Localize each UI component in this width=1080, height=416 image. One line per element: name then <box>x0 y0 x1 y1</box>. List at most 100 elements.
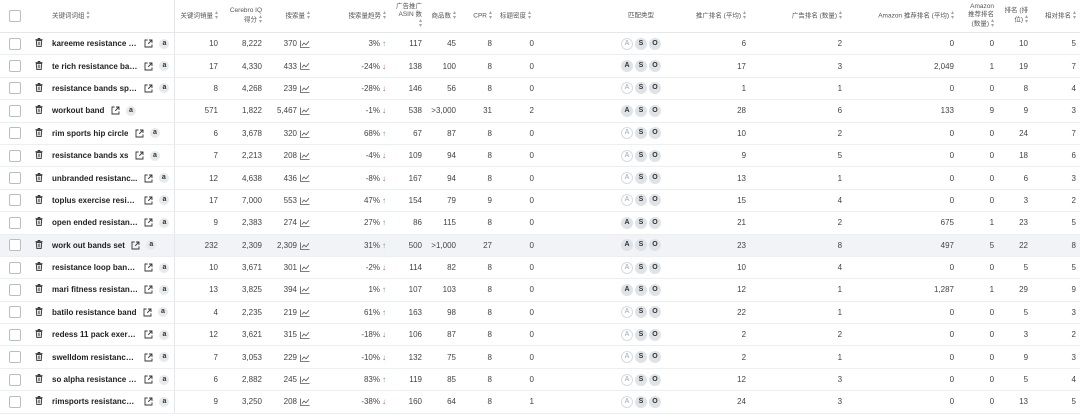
sort-icon[interactable]: ▴ ▾ <box>383 10 386 21</box>
trash-icon[interactable] <box>35 374 43 384</box>
trash-icon[interactable] <box>35 217 43 227</box>
external-link-icon[interactable] <box>143 308 152 317</box>
match-o-badge[interactable]: O <box>649 149 662 162</box>
search-trend-column-header[interactable]: 搜索量趋势 ▴ ▾ <box>314 0 390 33</box>
amazon-icon[interactable]: a <box>159 195 170 206</box>
amazon-icon[interactable]: a <box>158 173 169 184</box>
match-s-badge[interactable]: S <box>635 261 648 274</box>
row-checkbox[interactable] <box>9 149 21 162</box>
trend-chart-icon[interactable] <box>300 354 310 362</box>
match-a-badge[interactable]: A <box>621 194 634 207</box>
delete-cell[interactable] <box>30 99 48 123</box>
sort-icon[interactable]: ▴ ▾ <box>215 10 218 21</box>
row-checkbox[interactable] <box>9 373 21 386</box>
match-s-badge[interactable]: S <box>635 104 648 117</box>
row-checkbox[interactable] <box>9 261 21 274</box>
match-a-badge[interactable]: A <box>621 216 634 229</box>
amz-rec-rank-avg-column-header[interactable]: Amazon 推荐排名 (平均) ▴ ▾ <box>846 0 959 33</box>
match-s-badge[interactable]: S <box>635 373 648 386</box>
amazon-icon[interactable]: a <box>159 38 170 49</box>
match-o-badge[interactable]: O <box>649 283 662 296</box>
sort-icon[interactable]: ▴ ▾ <box>991 18 994 29</box>
sort-icon[interactable]: ▴ ▾ <box>528 10 531 21</box>
row-checkbox[interactable] <box>9 172 21 185</box>
trend-chart-icon[interactable] <box>300 197 310 205</box>
sort-icon[interactable]: ▴ ▾ <box>1025 14 1028 25</box>
title-density-column-header[interactable]: 标题密度 ▴ ▾ <box>496 0 611 33</box>
match-a-badge[interactable]: A <box>621 37 634 50</box>
external-link-icon[interactable] <box>144 174 153 183</box>
match-o-badge[interactable]: O <box>649 127 662 140</box>
amazon-icon[interactable]: a <box>149 150 160 161</box>
row-checkbox-cell[interactable] <box>0 77 30 101</box>
trend-chart-icon[interactable] <box>300 376 310 384</box>
match-a-badge[interactable]: A <box>621 149 634 162</box>
match-s-badge[interactable]: S <box>635 60 648 73</box>
sort-icon[interactable]: ▴ ▾ <box>87 10 90 21</box>
row-checkbox-cell[interactable] <box>0 211 30 235</box>
products-column-header[interactable]: 商品数 ▴ ▾ <box>426 0 460 33</box>
external-link-icon[interactable] <box>135 151 144 160</box>
external-link-icon[interactable] <box>144 330 153 339</box>
trash-icon[interactable] <box>35 150 43 160</box>
keyword-text[interactable]: unbranded resistanc... <box>52 174 137 183</box>
match-a-badge[interactable]: A <box>621 395 634 408</box>
match-a-badge[interactable]: A <box>621 60 634 73</box>
amazon-icon[interactable]: a <box>159 374 170 385</box>
match-a-badge[interactable]: A <box>621 328 634 341</box>
row-checkbox-cell[interactable] <box>0 256 30 280</box>
match-s-badge[interactable]: S <box>635 328 648 341</box>
keyword-text[interactable]: kareeme resistance b... <box>52 39 138 48</box>
external-link-icon[interactable] <box>144 375 153 384</box>
match-a-badge[interactable]: A <box>621 283 634 296</box>
row-checkbox-cell[interactable] <box>0 189 30 213</box>
row-checkbox[interactable] <box>9 216 21 229</box>
delete-cell[interactable] <box>30 54 48 78</box>
row-checkbox-cell[interactable] <box>0 234 30 257</box>
sort-icon[interactable]: ▴ ▾ <box>743 10 746 21</box>
row-checkbox-cell[interactable] <box>0 390 30 414</box>
match-o-badge[interactable]: O <box>649 194 662 207</box>
match-o-badge[interactable]: O <box>649 306 662 319</box>
trend-chart-icon[interactable] <box>300 286 310 295</box>
external-link-icon[interactable] <box>144 263 153 272</box>
external-link-icon[interactable] <box>144 218 153 227</box>
relative-rank-column-header[interactable]: 相对排名 ▴ ▾ <box>1032 0 1080 33</box>
row-checkbox-cell[interactable] <box>0 166 30 190</box>
match-o-badge[interactable]: O <box>649 351 662 364</box>
row-checkbox-cell[interactable] <box>0 368 30 392</box>
match-o-badge[interactable]: O <box>649 37 662 50</box>
external-link-icon[interactable] <box>144 353 153 362</box>
trend-chart-icon[interactable] <box>300 62 310 71</box>
trash-icon[interactable] <box>35 194 43 204</box>
trash-icon[interactable] <box>35 82 43 93</box>
competing-asin-column-header[interactable]: 广告推广 ASIN 数▴ ▾ <box>390 0 426 33</box>
sort-icon[interactable]: ▴ ▾ <box>453 10 456 21</box>
match-a-badge[interactable]: A <box>621 239 634 252</box>
search-volume-column-header[interactable]: 搜索量 ▴ ▾ <box>266 0 314 33</box>
delete-cell[interactable] <box>30 390 48 414</box>
match-a-badge[interactable]: A <box>621 306 634 319</box>
amazon-icon[interactable]: a <box>159 352 170 363</box>
row-checkbox[interactable] <box>9 239 21 252</box>
match-s-badge[interactable]: S <box>635 37 648 50</box>
trend-chart-icon[interactable] <box>300 40 310 48</box>
amazon-icon[interactable]: a <box>159 396 170 407</box>
match-o-badge[interactable]: O <box>649 104 662 117</box>
match-a-badge[interactable]: A <box>621 261 634 274</box>
trend-chart-icon[interactable] <box>300 264 310 272</box>
match-s-badge[interactable]: S <box>635 239 648 252</box>
trash-icon[interactable] <box>35 284 43 294</box>
amazon-icon[interactable]: a <box>159 284 170 295</box>
row-checkbox-cell[interactable] <box>0 32 30 56</box>
match-s-badge[interactable]: S <box>635 149 648 162</box>
cpr-column-header[interactable]: CPR ▴ ▾ <box>460 0 496 33</box>
sort-icon[interactable]: ▴ ▾ <box>307 10 310 21</box>
amazon-icon[interactable]: a <box>149 128 160 139</box>
row-checkbox-cell[interactable] <box>0 323 30 347</box>
select-all-checkbox[interactable] <box>9 10 21 22</box>
row-checkbox[interactable] <box>9 194 21 207</box>
sponsored-rank-count-column-header[interactable]: 广告排名 (数量) ▴ ▾ <box>750 0 847 33</box>
keyword-text[interactable]: resistance loop band... <box>52 263 138 272</box>
match-s-badge[interactable]: S <box>635 82 648 95</box>
